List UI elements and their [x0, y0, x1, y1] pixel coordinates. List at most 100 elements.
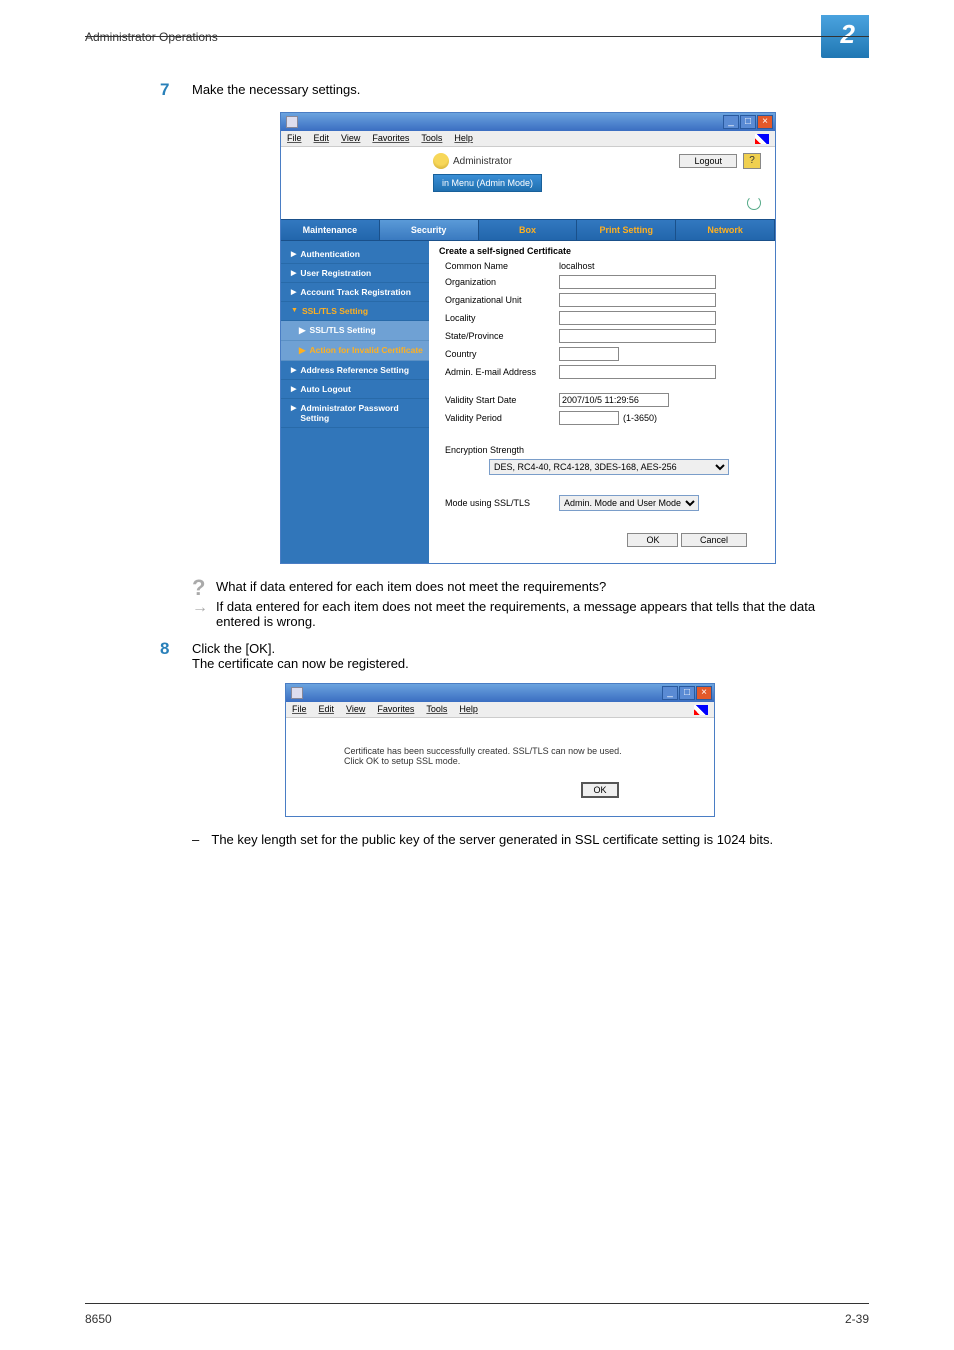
org-unit-label: Organizational Unit	[439, 295, 559, 305]
validity-start-input[interactable]	[559, 393, 669, 407]
encryption-select[interactable]: DES, RC4-40, RC4-128, 3DES-168, AES-256	[489, 459, 729, 475]
cert-success-msg2: Click OK to setup SSL mode.	[344, 756, 656, 766]
sidebar-item-address-reference[interactable]: ▶Address Reference Setting	[281, 361, 429, 380]
footer-rule	[85, 1303, 869, 1304]
step-7-number: 7	[160, 80, 172, 100]
browser-flag-icon	[694, 705, 708, 715]
close-button[interactable]: ×	[757, 115, 773, 129]
browser-menubar: File Edit View Favorites Tools Help	[281, 131, 775, 147]
browser-menubar-2: File Edit View Favorites Tools Help	[286, 702, 714, 718]
sidebar-item-user-registration[interactable]: ▶User Registration	[281, 264, 429, 283]
menu-edit[interactable]: Edit	[319, 704, 335, 715]
answer-arrow-icon: →	[192, 599, 208, 629]
cert-success-msg1: Certificate has been successfully create…	[344, 746, 656, 756]
sidebar-label: User Registration	[300, 268, 371, 278]
menu-help[interactable]: Help	[454, 133, 473, 144]
question-mark-icon: ?	[192, 579, 208, 597]
ok-button[interactable]: OK	[627, 533, 678, 547]
common-name-value: localhost	[559, 261, 595, 271]
country-input[interactable]	[559, 347, 619, 361]
sidebar-item-authentication[interactable]: ▶Authentication	[281, 245, 429, 264]
cancel-button[interactable]: Cancel	[681, 533, 747, 547]
maximize-button[interactable]: □	[740, 115, 756, 129]
sidebar-sub-ssl-tls-setting[interactable]: ▶SSL/TLS Setting	[281, 321, 429, 341]
step-8-number: 8	[160, 639, 172, 671]
admin-mode-button[interactable]: in Menu (Admin Mode)	[433, 174, 542, 192]
sidebar-label: SSL/TLS Setting	[302, 306, 368, 316]
menu-tools[interactable]: Tools	[426, 704, 447, 715]
logout-button[interactable]: Logout	[679, 154, 737, 168]
step-8-line2: The certificate can now be registered.	[192, 656, 409, 671]
footer-right: 2-39	[845, 1312, 869, 1326]
tab-print-setting[interactable]: Print Setting	[577, 220, 676, 240]
admin-email-label: Admin. E-mail Address	[439, 367, 559, 377]
tab-maintenance[interactable]: Maintenance	[281, 220, 380, 240]
window-titlebar-2: _ □ ×	[286, 684, 714, 702]
org-unit-input[interactable]	[559, 293, 716, 307]
sidebar-sub-label: Action for Invalid Certificate	[310, 345, 423, 356]
sidebar: ▶Authentication ▶User Registration ▶Acco…	[281, 241, 429, 563]
tab-box[interactable]: Box	[479, 220, 578, 240]
maximize-button[interactable]: □	[679, 686, 695, 700]
menu-file[interactable]: File	[287, 133, 302, 144]
menu-view[interactable]: View	[341, 133, 360, 144]
close-button[interactable]: ×	[696, 686, 712, 700]
state-input[interactable]	[559, 329, 716, 343]
sidebar-label: Account Track Registration	[300, 287, 411, 297]
sidebar-sub-label: SSL/TLS Setting	[310, 325, 376, 336]
menu-edit[interactable]: Edit	[314, 133, 330, 144]
tab-network[interactable]: Network	[676, 220, 775, 240]
sidebar-label: Auto Logout	[300, 384, 351, 394]
question-text: What if data entered for each item does …	[216, 579, 606, 597]
minimize-button[interactable]: _	[662, 686, 678, 700]
sidebar-item-admin-password[interactable]: ▶Administrator Password Setting	[281, 399, 429, 428]
sidebar-label: Address Reference Setting	[300, 365, 409, 375]
menu-file[interactable]: File	[292, 704, 307, 715]
note-text: The key length set for the public key of…	[211, 832, 773, 847]
bullet-dash: –	[192, 832, 208, 847]
screenshot-ssl-settings: _ □ × File Edit View Favorites Tools Hel…	[280, 112, 776, 564]
state-label: State/Province	[439, 331, 559, 341]
mode-label: Mode using SSL/TLS	[439, 498, 559, 508]
mode-select[interactable]: Admin. Mode and User Mode	[559, 495, 699, 511]
menu-favorites[interactable]: Favorites	[372, 133, 409, 144]
help-icon[interactable]: ?	[743, 153, 761, 169]
footer-left: 8650	[85, 1312, 112, 1326]
cert-ok-button[interactable]: OK	[581, 782, 618, 798]
menu-tools[interactable]: Tools	[421, 133, 442, 144]
validity-period-input[interactable]	[559, 411, 619, 425]
menu-favorites[interactable]: Favorites	[377, 704, 414, 715]
menu-view[interactable]: View	[346, 704, 365, 715]
screenshot-cert-created: _ □ × File Edit View Favorites Tools Hel…	[285, 683, 715, 817]
validity-period-label: Validity Period	[439, 413, 559, 423]
validity-start-label: Validity Start Date	[439, 395, 559, 405]
country-label: Country	[439, 349, 559, 359]
main-form-panel: Create a self-signed Certificate Common …	[429, 241, 775, 563]
menu-help[interactable]: Help	[459, 704, 478, 715]
minimize-button[interactable]: _	[723, 115, 739, 129]
window-system-icon	[286, 116, 298, 128]
admin-email-input[interactable]	[559, 365, 716, 379]
sidebar-item-auto-logout[interactable]: ▶Auto Logout	[281, 380, 429, 399]
sidebar-item-ssl-tls[interactable]: ▼SSL/TLS Setting	[281, 302, 429, 321]
common-name-label: Common Name	[439, 261, 559, 271]
validity-period-hint: (1-3650)	[623, 413, 657, 423]
form-title: Create a self-signed Certificate	[439, 246, 761, 256]
window-system-icon	[291, 687, 303, 699]
sidebar-label: Authentication	[300, 249, 360, 259]
step-8-line1: Click the [OK].	[192, 641, 409, 656]
encryption-label: Encryption Strength	[439, 445, 559, 455]
tab-security[interactable]: Security	[380, 220, 479, 240]
locality-label: Locality	[439, 313, 559, 323]
locality-input[interactable]	[559, 311, 716, 325]
sidebar-sub-invalid-cert[interactable]: ▶Action for Invalid Certificate	[281, 341, 429, 361]
window-titlebar: _ □ ×	[281, 113, 775, 131]
sidebar-item-account-track[interactable]: ▶Account Track Registration	[281, 283, 429, 302]
refresh-icon[interactable]	[747, 196, 761, 210]
answer-text: If data entered for each item does not m…	[216, 599, 854, 629]
organization-input[interactable]	[559, 275, 716, 289]
admin-label: Administrator	[453, 156, 512, 167]
header-rule	[85, 36, 869, 37]
step-7-text: Make the necessary settings.	[192, 80, 360, 100]
admin-avatar-icon	[433, 153, 449, 169]
